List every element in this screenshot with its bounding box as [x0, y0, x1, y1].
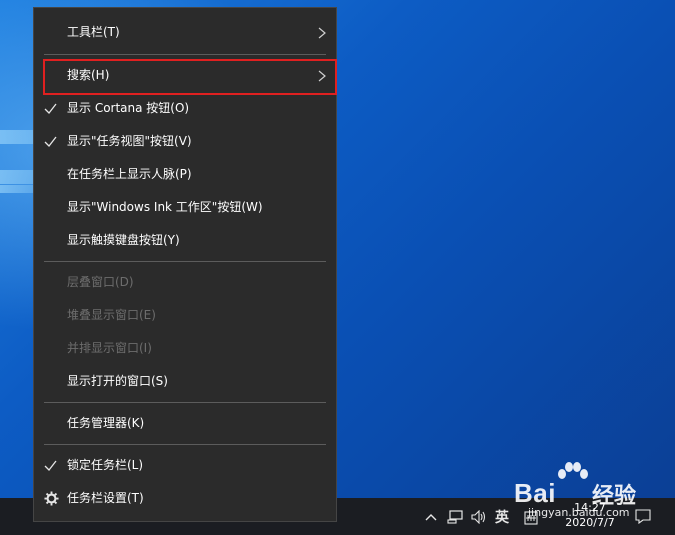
baidu-jingyan-watermark: Bai 经验 jingyan.baidu.com	[514, 462, 664, 524]
checkmark-icon	[44, 103, 57, 114]
menu-item-task-manager[interactable]: 任务管理器(K)	[34, 407, 336, 440]
gear-icon	[44, 491, 59, 506]
menu-item-toolbars[interactable]: 工具栏(T)	[34, 16, 336, 49]
menu-item-label: 层叠窗口(D)	[67, 275, 134, 289]
menu-item-label: 在任务栏上显示人脉(P)	[67, 167, 192, 181]
network-tray-button[interactable]	[444, 498, 466, 535]
watermark-url: jingyan.baidu.com	[528, 506, 630, 519]
show-hidden-icons-button[interactable]	[421, 498, 441, 535]
menu-item-show-touch-keyboard[interactable]: 显示触摸键盘按钮(Y)	[34, 224, 336, 257]
menu-item-label: 显示触摸键盘按钮(Y)	[67, 233, 180, 247]
menu-item-label: 堆叠显示窗口(E)	[67, 308, 156, 322]
menu-item-label: 任务栏设置(T)	[67, 491, 144, 505]
ime-icon: 英	[495, 509, 509, 526]
menu-item-label: 任务管理器(K)	[67, 416, 145, 430]
checkmark-icon	[44, 460, 57, 471]
menu-item-label: 显示"Windows Ink 工作区"按钮(W)	[67, 200, 263, 214]
menu-item-label: 锁定任务栏(L)	[67, 458, 144, 472]
checkmark-icon	[44, 136, 57, 147]
menu-separator	[44, 261, 326, 262]
menu-item-label: 显示打开的窗口(S)	[67, 374, 168, 388]
menu-item-show-windows-ink[interactable]: 显示"Windows Ink 工作区"按钮(W)	[34, 191, 336, 224]
menu-item-label: 显示 Cortana 按钮(O)	[67, 101, 190, 115]
menu-item-stack-windows: 堆叠显示窗口(E)	[34, 299, 336, 332]
network-icon	[447, 509, 463, 524]
menu-item-taskbar-settings[interactable]: 任务栏设置(T)	[34, 482, 336, 515]
menu-item-label: 并排显示窗口(I)	[67, 341, 152, 355]
watermark-brand: Bai	[514, 478, 556, 508]
chevron-up-icon	[425, 513, 437, 520]
chevron-right-icon	[318, 27, 326, 39]
red-highlight-box	[43, 59, 337, 95]
menu-item-show-cortana[interactable]: 显示 Cortana 按钮(O)	[34, 92, 336, 125]
menu-item-label: 显示"任务视图"按钮(V)	[67, 134, 192, 148]
menu-item-show-people[interactable]: 在任务栏上显示人脉(P)	[34, 158, 336, 191]
menu-item-cascade-windows: 层叠窗口(D)	[34, 266, 336, 299]
menu-item-side-by-side-windows: 并排显示窗口(I)	[34, 332, 336, 365]
menu-item-label: 工具栏(T)	[67, 25, 120, 39]
volume-tray-button[interactable]	[468, 498, 490, 535]
menu-item-show-open-windows[interactable]: 显示打开的窗口(S)	[34, 365, 336, 398]
paw-logo-icon	[558, 462, 588, 479]
volume-icon	[471, 509, 486, 524]
ime-language-button[interactable]: 英	[492, 498, 512, 535]
menu-item-lock-taskbar[interactable]: 锁定任务栏(L)	[34, 449, 336, 482]
menu-separator	[44, 402, 326, 403]
menu-separator	[44, 444, 326, 445]
menu-item-show-task-view[interactable]: 显示"任务视图"按钮(V)	[34, 125, 336, 158]
menu-separator	[44, 54, 326, 55]
